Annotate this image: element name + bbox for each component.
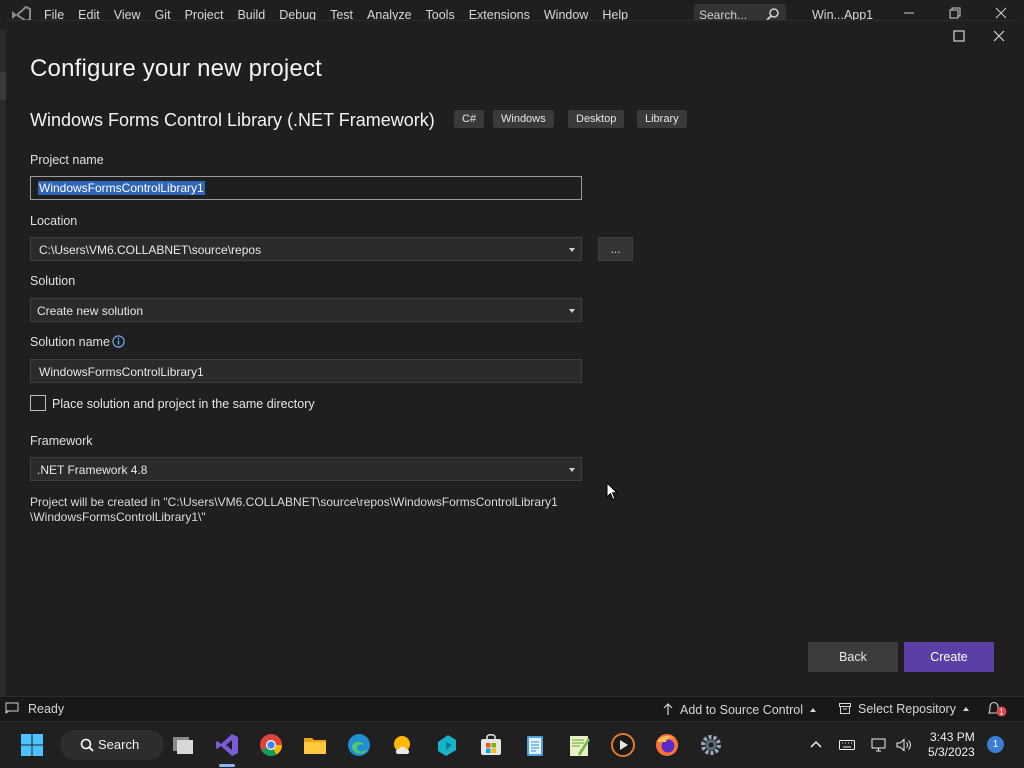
solution-name-value: WindowsFormsControlLibrary1 [39, 365, 204, 379]
caret-up-icon [810, 708, 816, 712]
app-icon[interactable] [434, 732, 460, 758]
solution-dropdown[interactable]: Create new solution [30, 298, 582, 322]
framework-label: Framework [30, 434, 93, 448]
task-view-icon[interactable] [170, 732, 196, 758]
tag-desktop: Desktop [568, 110, 625, 128]
info-icon[interactable] [112, 335, 125, 348]
chevron-down-icon[interactable] [569, 248, 575, 252]
select-repository-button[interactable]: Select Repository [838, 702, 969, 716]
weather-icon[interactable] [390, 732, 416, 758]
mouse-cursor-icon [606, 482, 618, 501]
create-button[interactable]: Create [904, 642, 994, 672]
same-directory-label[interactable]: Place solution and project in the same d… [52, 397, 315, 411]
location-combobox[interactable]: C:\Users\VM6.COLLABNET\source\repos [30, 237, 582, 261]
repository-icon [839, 703, 851, 714]
back-button[interactable]: Back [808, 642, 898, 672]
store-icon[interactable] [478, 732, 504, 758]
template-name: Windows Forms Control Library (.NET Fram… [30, 110, 435, 130]
source-control-label: Add to Source Control [680, 703, 803, 717]
settings-icon[interactable] [698, 732, 724, 758]
status-bar: Ready Add to Source Control Select Repos… [0, 696, 1024, 721]
add-to-source-control-button[interactable]: Add to Source Control [662, 702, 816, 717]
network-icon[interactable] [870, 736, 888, 754]
maximize-icon[interactable] [952, 29, 966, 43]
chrome-icon[interactable] [258, 732, 284, 758]
chevron-down-icon [569, 309, 575, 313]
visual-studio-icon[interactable] [214, 732, 240, 758]
notification-bell-icon[interactable]: 1 [986, 701, 1008, 717]
taskbar-search-label: Search [98, 737, 140, 752]
chevron-down-icon [569, 468, 575, 472]
project-path-note: Project will be created in "C:\Users\VM6… [30, 495, 590, 525]
tag-windows: Windows [493, 110, 554, 128]
close-icon[interactable] [994, 6, 1008, 20]
windows-taskbar: Search 3:43 PM 5/3/2023 1 [0, 721, 1024, 768]
tag-library: Library [637, 110, 687, 128]
configure-project-dialog: Configure your new project Windows Forms… [6, 20, 1020, 696]
framework-value: .NET Framework 4.8 [37, 463, 148, 477]
clock-time: 3:43 PM [930, 730, 975, 744]
close-icon[interactable] [992, 29, 1006, 43]
keyboard-icon[interactable] [838, 736, 856, 754]
active-app-indicator [219, 764, 235, 767]
notepad-plus-icon[interactable] [566, 732, 592, 758]
file-explorer-icon[interactable] [302, 732, 328, 758]
firefox-icon[interactable] [654, 732, 680, 758]
project-name-input[interactable]: WindowsFormsControlLibrary1 [30, 176, 582, 200]
same-directory-checkbox[interactable] [30, 395, 46, 411]
system-clock[interactable]: 3:43 PM 5/3/2023 [928, 730, 975, 760]
framework-dropdown[interactable]: .NET Framework 4.8 [30, 457, 582, 481]
search-icon [766, 8, 779, 21]
taskbar-search[interactable]: Search [60, 730, 164, 760]
project-path-line-1: Project will be created in "C:\Users\VM6… [30, 495, 558, 509]
notification-count: 1 [999, 708, 1004, 717]
browse-button[interactable]: ... [598, 237, 633, 261]
media-player-icon[interactable] [610, 732, 636, 758]
repository-label: Select Repository [858, 702, 956, 716]
location-label: Location [30, 214, 78, 228]
edge-icon[interactable] [346, 732, 372, 758]
solution-value: Create new solution [37, 304, 144, 318]
tag-csharp: C# [454, 110, 485, 128]
solution-label: Solution [30, 274, 76, 288]
windows-start-icon[interactable] [19, 732, 45, 758]
chevron-up-icon[interactable] [807, 736, 825, 754]
solution-name-input[interactable]: WindowsFormsControlLibrary1 [30, 359, 582, 383]
status-text: Ready [28, 702, 65, 716]
location-value: C:\Users\VM6.COLLABNET\source\repos [39, 243, 262, 257]
minimize-icon[interactable] [902, 6, 916, 20]
clock-date: 5/3/2023 [928, 745, 975, 759]
restore-icon[interactable] [948, 6, 962, 20]
project-name-label: Project name [30, 153, 104, 167]
output-icon [5, 702, 19, 714]
volume-icon[interactable] [895, 736, 913, 754]
notepad-icon[interactable] [522, 732, 548, 758]
solution-name-label: Solution name [30, 335, 110, 349]
search-icon [80, 738, 94, 752]
arrow-up-icon [663, 703, 673, 715]
project-name-value: WindowsFormsControlLibrary1 [38, 181, 205, 195]
notification-center-badge[interactable]: 1 [987, 736, 1004, 753]
caret-up-icon [962, 707, 969, 711]
page-title: Configure your new project [30, 55, 323, 82]
project-path-line-2: \WindowsFormsControlLibrary1\" [30, 510, 206, 524]
